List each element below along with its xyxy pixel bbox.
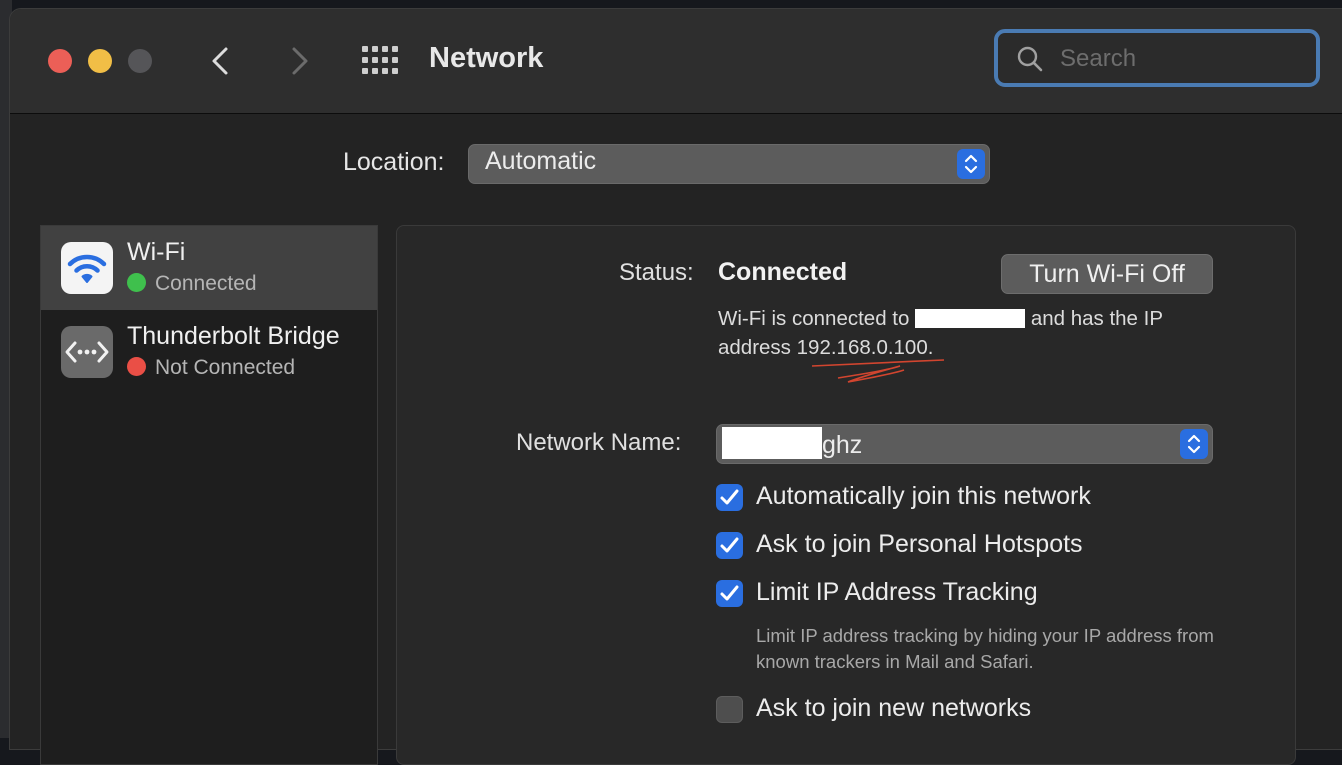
tracking-help-text: Limit IP address tracking by hiding your… bbox=[756, 625, 1214, 672]
red-scribble-annotation bbox=[811, 359, 945, 383]
service-name: Thunderbolt Bridge bbox=[127, 322, 340, 350]
back-button[interactable] bbox=[206, 43, 238, 79]
wifi-icon bbox=[61, 242, 113, 294]
checkbox-unchecked[interactable] bbox=[716, 696, 743, 723]
checkbox-checked[interactable] bbox=[716, 484, 743, 511]
thunderbolt-bridge-icon bbox=[61, 326, 113, 378]
service-status: Not Connected bbox=[127, 356, 295, 380]
checkbox-label: Automatically join this network bbox=[756, 482, 1091, 510]
status-dot-red bbox=[127, 357, 146, 376]
checkbox-label: Ask to join Personal Hotspots bbox=[756, 530, 1083, 558]
zoom-button[interactable] bbox=[128, 49, 152, 73]
popup-stepper-icon bbox=[1180, 429, 1208, 459]
search-field[interactable] bbox=[994, 29, 1320, 87]
network-name-value: ghz bbox=[722, 427, 862, 460]
turn-wifi-off-button[interactable]: Turn Wi-Fi Off bbox=[1001, 254, 1213, 294]
chevron-left-icon bbox=[212, 47, 228, 75]
show-all-button[interactable] bbox=[358, 45, 400, 75]
close-button[interactable] bbox=[48, 49, 72, 73]
grid-icon bbox=[362, 46, 398, 74]
search-icon bbox=[1017, 46, 1043, 72]
forward-button[interactable] bbox=[282, 43, 314, 79]
search-input[interactable] bbox=[1058, 42, 1302, 76]
redacted-network-name bbox=[722, 427, 822, 459]
service-item-wifi[interactable]: Wi-Fi Connected bbox=[41, 226, 377, 310]
toolbar: Network bbox=[10, 9, 1342, 114]
status-label: Status: bbox=[619, 259, 694, 286]
service-status: Connected bbox=[127, 272, 257, 296]
network-name-label: Network Name: bbox=[516, 429, 682, 456]
popup-stepper-icon bbox=[957, 149, 985, 179]
service-name: Wi-Fi bbox=[127, 238, 186, 266]
checkbox-checked[interactable] bbox=[716, 532, 743, 559]
status-dot-green bbox=[127, 273, 146, 292]
redacted-network-name bbox=[915, 309, 1026, 328]
checkbox-label: Limit IP Address Tracking bbox=[756, 578, 1038, 606]
location-value: Automatic bbox=[485, 147, 597, 175]
chevron-right-icon bbox=[292, 47, 308, 75]
location-popup[interactable]: Automatic bbox=[468, 144, 990, 184]
location-label: Location: bbox=[343, 148, 445, 176]
checkbox-label: Ask to join new networks bbox=[756, 694, 1032, 722]
window-title: Network bbox=[429, 42, 544, 74]
service-item-thunderbolt-bridge[interactable]: Thunderbolt Bridge Not Connected bbox=[41, 310, 377, 394]
minimize-button[interactable] bbox=[88, 49, 112, 73]
service-list: Wi-Fi Connected Thunderbolt Bridge Not C… bbox=[40, 225, 378, 765]
status-value: Connected bbox=[718, 258, 848, 286]
network-name-popup[interactable]: ghz bbox=[716, 424, 1213, 464]
checkbox-checked[interactable] bbox=[716, 580, 743, 607]
status-description: Wi-Fi is connected to and has the IP add… bbox=[718, 307, 1163, 359]
